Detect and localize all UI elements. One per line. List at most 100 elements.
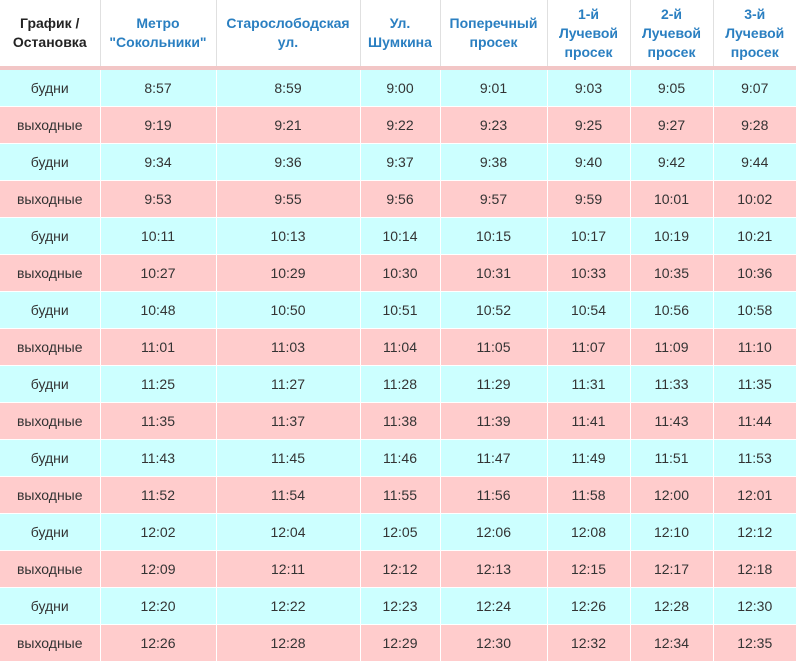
departure-time-cell: 9:01 [439,67,547,107]
header-line: Лучевой [725,24,785,41]
departure-time-cell: 10:48 [99,291,216,329]
departure-time-cell: 11:35 [712,365,796,403]
departure-time-cell: 9:27 [629,106,713,144]
header-line: Лучевой [558,24,619,41]
table-row: выходные 11:52 11:54 11:55 11:56 11:58 12:00 12… [0,476,796,514]
departure-time-cell: 11:28 [359,365,440,403]
header-schedule-stop: График / Остановка [0,0,100,70]
departure-time-cell: 12:28 [629,587,713,625]
header-row: График / Остановка Метро "Сокольники" Старос… [0,0,796,70]
table-row: выходные 12:09 12:11 12:12 12:13 12:15 12:17 12… [0,550,796,588]
departure-time-cell: 9:05 [629,67,713,107]
schedule-type-cell: выходные [0,550,100,588]
departure-time-cell: 12:29 [359,624,440,661]
table-row: будни 12:02 12:04 12:05 12:06 12:08 12:10 12:12 [0,513,796,551]
departure-time-cell: 11:54 [215,476,360,514]
departure-time-cell: 11:33 [629,365,713,403]
departure-time-cell: 10:29 [215,254,360,292]
departure-time-cell: 12:22 [215,587,360,625]
departure-time-cell: 10:56 [629,291,713,329]
schedule-type-cell: выходные [0,180,100,218]
departure-time-cell: 9:56 [359,180,440,218]
departure-time-cell: 12:20 [99,587,216,625]
table-row: будни 9:34 9:36 9:37 9:38 9:40 9:42 9:44 [0,143,796,181]
departure-time-cell: 12:13 [439,550,547,588]
departure-time-cell: 11:38 [359,402,440,440]
departure-time-cell: 10:30 [359,254,440,292]
departure-time-cell: 10:54 [546,291,630,329]
departure-time-cell: 10:35 [629,254,713,292]
departure-time-cell: 9:53 [99,180,216,218]
table-row: выходные 9:19 9:21 9:22 9:23 9:25 9:27 9:28 [0,106,796,144]
departure-time-cell: 10:31 [439,254,547,292]
departure-time-cell: 9:23 [439,106,547,144]
header-stop-luchevoy-2: 2-й Лучевой просек [629,0,713,70]
table-row: будни 11:25 11:27 11:28 11:29 11:31 11:33 11:35 [0,365,796,403]
departure-time-cell: 10:01 [629,180,713,218]
schedule-type-cell: будни [0,291,100,329]
table-row: будни 8:57 8:59 9:00 9:01 9:03 9:05 9:07 [0,67,796,107]
departure-time-cell: 10:17 [546,217,630,255]
departure-time-cell: 12:15 [546,550,630,588]
departure-time-cell: 11:45 [215,439,360,477]
schedule-type-cell: будни [0,143,100,181]
departure-time-cell: 9:07 [712,67,796,107]
departure-time-cell: 10:11 [99,217,216,255]
departure-time-cell: 8:57 [99,67,216,107]
departure-time-cell: 9:38 [439,143,547,181]
table-row: будни 10:48 10:50 10:51 10:52 10:54 10:56 10:58 [0,291,796,329]
header-line: Остановка [12,34,87,50]
departure-time-cell: 12:11 [215,550,360,588]
departure-time-cell: 12:09 [99,550,216,588]
schedule-type-cell: выходные [0,106,100,144]
departure-time-cell: 11:47 [439,439,547,477]
departure-time-cell: 9:19 [99,106,216,144]
departure-time-cell: 11:25 [99,365,216,403]
schedule-body: будни 8:57 8:59 9:00 9:01 9:03 9:05 9:07 выходны… [0,67,796,661]
departure-time-cell: 12:10 [629,513,713,551]
departure-time-cell: 12:34 [629,624,713,661]
schedule-type-cell: будни [0,513,100,551]
departure-time-cell: 9:44 [712,143,796,181]
departure-time-cell: 11:51 [629,439,713,477]
bus-schedule-table: График / Остановка Метро "Сокольники" Старос… [0,0,796,661]
departure-time-cell: 12:00 [629,476,713,514]
departure-time-cell: 11:10 [712,328,796,366]
departure-time-cell: 11:37 [215,402,360,440]
departure-time-cell: 12:12 [359,550,440,588]
departure-time-cell: 9:03 [546,67,630,107]
departure-time-cell: 12:05 [359,513,440,551]
departure-time-cell: 12:30 [439,624,547,661]
schedule-type-cell: выходные [0,402,100,440]
departure-time-cell: 10:33 [546,254,630,292]
departure-time-cell: 12:35 [712,624,796,661]
departure-time-cell: 11:56 [439,476,547,514]
departure-time-cell: 10:50 [215,291,360,329]
departure-time-cell: 11:43 [629,402,713,440]
departure-time-cell: 12:23 [359,587,440,625]
departure-time-cell: 8:59 [215,67,360,107]
departure-time-cell: 12:30 [712,587,796,625]
header-line: ул. [277,34,299,50]
header-stop-poperechny: Поперечный просек [439,0,547,70]
departure-time-cell: 10:21 [712,217,796,255]
departure-time-cell: 11:35 [99,402,216,440]
departure-time-cell: 11:49 [546,439,630,477]
schedule-header: График / Остановка Метро "Сокольники" Старос… [0,0,796,70]
departure-time-cell: 11:03 [215,328,360,366]
departure-time-cell: 11:01 [99,328,216,366]
departure-time-cell: 12:28 [215,624,360,661]
header-stop-luchevoy-3: 3-й Лучевой просек [712,0,796,70]
header-line: просек [564,43,613,60]
header-line: График / [20,15,80,31]
header-line: Ул. [389,15,411,31]
departure-time-cell: 12:02 [99,513,216,551]
header-line: Лучевой [641,24,702,41]
table-row: будни 12:20 12:22 12:23 12:24 12:26 12:28 12:30 [0,587,796,625]
departure-time-cell: 9:42 [629,143,713,181]
departure-time-cell: 12:26 [546,587,630,625]
header-line: просек [469,34,518,50]
departure-time-cell: 10:19 [629,217,713,255]
schedule-type-cell: будни [0,587,100,625]
departure-time-cell: 10:02 [712,180,796,218]
